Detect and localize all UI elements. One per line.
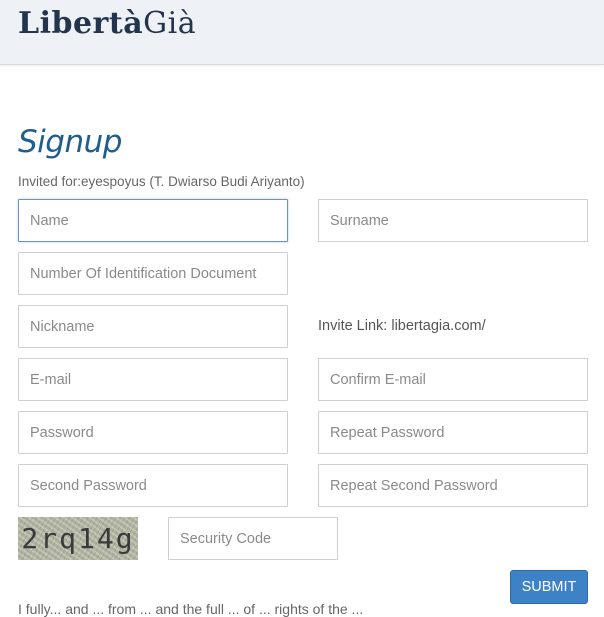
password-field[interactable] [18,411,288,454]
submit-button[interactable]: SUBMIT [510,570,588,604]
security-code-field[interactable] [168,517,338,560]
invite-link-text: Invite Link: libertagia.com/ [318,318,486,334]
repeat-password-field[interactable] [318,411,588,454]
id-document-field[interactable] [18,252,288,295]
site-logo[interactable]: LibertàGià [18,4,196,44]
page-title: Signup [18,124,122,160]
captcha-image: 2rq14g [18,517,138,560]
name-field[interactable] [18,199,288,242]
second-password-field[interactable] [18,464,288,507]
logo-text-liberta: Libertà [18,6,144,41]
repeat-second-password-field[interactable] [318,464,588,507]
terms-text-partial: I fully... and ... from ... and the full… [18,601,364,617]
logo-text-gia: Già [143,6,197,41]
email-field[interactable] [18,358,288,401]
nickname-field[interactable] [18,305,288,348]
captcha-text: 2rq14g [21,522,135,555]
site-header: LibertàGià [0,0,604,65]
invited-for-text: Invited for:eyespoyus (T. Dwiarso Budi A… [18,174,305,189]
confirm-email-field[interactable] [318,358,588,401]
surname-field[interactable] [318,199,588,242]
